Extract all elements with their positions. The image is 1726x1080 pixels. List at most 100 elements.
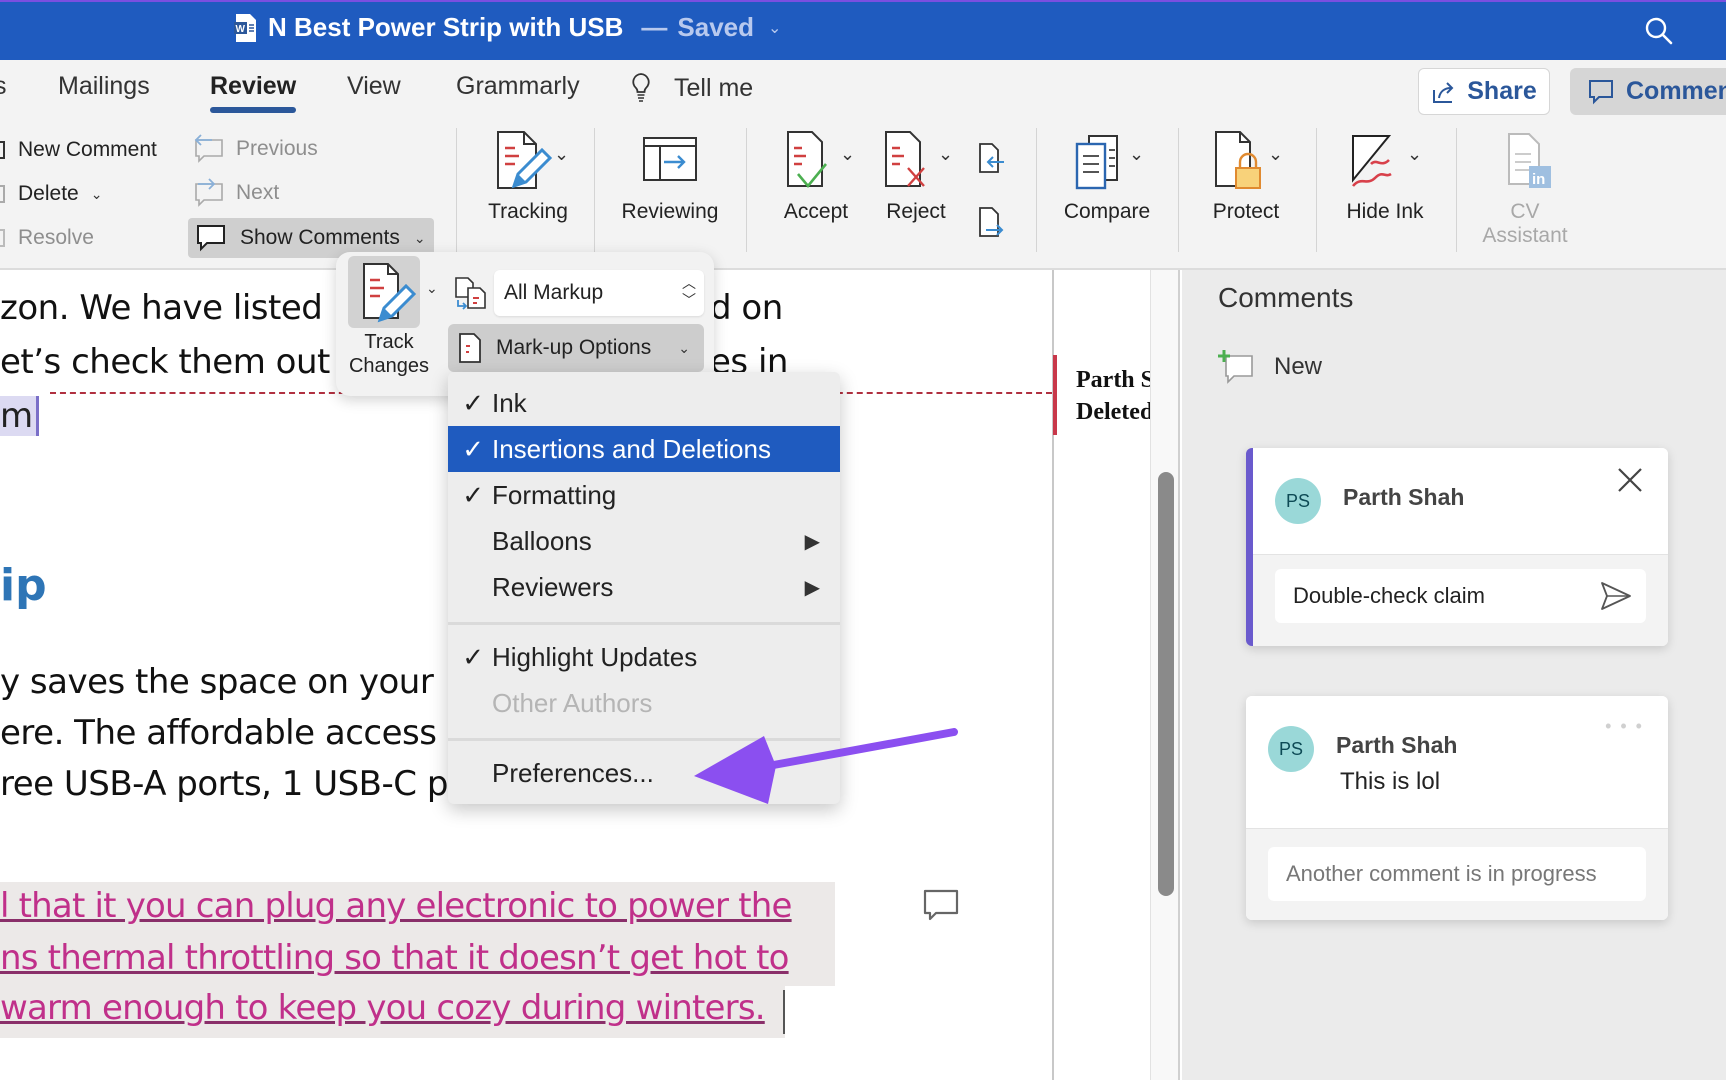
compare-label: Compare [1063, 200, 1151, 223]
menu-separator [448, 622, 840, 625]
chevron-down-icon[interactable]: ⌄ [414, 230, 426, 247]
deletion-balloon-marker [1053, 355, 1057, 435]
chevron-down-icon[interactable]: ⌄ [91, 186, 103, 203]
markup-document-icon [459, 333, 481, 363]
tab-view[interactable]: View [347, 72, 401, 101]
next-change-icon[interactable] [976, 206, 1006, 245]
menu-item-label: Reviewers [492, 571, 614, 602]
deletion-balloon[interactable]: Parth S Deleted [1076, 364, 1150, 428]
comment-thread[interactable]: PS Parth Shah This is lol • • • Another … [1246, 696, 1668, 920]
delete-label: Delete [18, 182, 79, 205]
comments-button[interactable]: Commen [1570, 68, 1726, 115]
reply-input[interactable]: Another comment is in progress [1268, 847, 1646, 901]
lock-document-icon: ⌄ [1215, 131, 1283, 189]
track-changes-toggle[interactable] [348, 256, 420, 328]
chevron-down-icon[interactable]: ⌄ [768, 18, 781, 38]
reject-label: Reject [886, 200, 946, 223]
menu-item-reviewers[interactable]: Reviewers ▶ [448, 564, 840, 610]
delete-comment-button[interactable]: Delete ⌄ [0, 182, 102, 206]
new-comment-pane-button[interactable]: New [1218, 350, 1322, 384]
reject-change-icon: ⌄ [885, 131, 953, 187]
previous-change-icon[interactable] [976, 142, 1006, 181]
menu-item-ink[interactable]: ✓ Ink [448, 380, 840, 426]
markup-options-button[interactable]: Mark-up Options ⌄ [448, 324, 704, 372]
markup-select-value: All Markup [504, 281, 604, 304]
up-down-chevron-icon: ︿ ﹀ [682, 275, 696, 308]
title-bar: W N Best Power Strip with USB — Saved ⌄ [0, 0, 1726, 60]
tab-grammarly[interactable]: Grammarly [456, 72, 580, 101]
reviewing-button[interactable]: Reviewing [612, 130, 728, 224]
comment-thread-active[interactable]: PS Parth Shah Double-check claim [1246, 448, 1668, 646]
previous-label: Previous [236, 137, 318, 160]
checkmark-icon: ✓ [462, 387, 484, 418]
comment-draft-input[interactable]: Double-check claim [1275, 569, 1646, 623]
reply-placeholder: Another comment is in progress [1286, 861, 1597, 886]
selected-text[interactable]: m [0, 396, 40, 436]
compare-button[interactable]: ⌄ Compare [1052, 130, 1162, 224]
tab-review[interactable]: Review [210, 72, 297, 113]
svg-text:⌄: ⌄ [1268, 144, 1283, 164]
share-button[interactable]: Share [1418, 68, 1550, 115]
previous-comment-button[interactable]: Previous [192, 134, 318, 164]
word-doc-icon: W [234, 13, 258, 43]
protect-button[interactable]: ⌄ Protect [1196, 130, 1296, 224]
cv-label-line2: Assistant [1482, 224, 1568, 247]
chevron-down-icon[interactable]: ⌄ [426, 280, 438, 297]
accept-button[interactable]: ⌄ Accept [768, 130, 864, 224]
comment-author: Parth Shah [1336, 732, 1458, 758]
tab-tell-me[interactable]: Tell me [630, 72, 753, 104]
save-status: Saved [677, 12, 754, 42]
share-icon [1433, 81, 1454, 103]
menu-item-insertions-deletions[interactable]: ✓ Insertions and Deletions [448, 426, 840, 472]
scrollbar-thumb[interactable] [1158, 472, 1174, 896]
doc-line: zon. We have listed [0, 288, 323, 328]
inserted-text-line: warm enough to keep you cozy during wint… [0, 988, 766, 1028]
reviewing-label: Reviewing [621, 200, 719, 223]
search-icon[interactable] [1644, 16, 1674, 46]
more-options-icon[interactable]: • • • [1605, 716, 1644, 737]
cv-assistant-button[interactable]: in CV Assistant [1470, 130, 1580, 248]
menu-item-highlight-updates[interactable]: ✓ Highlight Updates [448, 634, 840, 680]
doc-line: ree USB-A ports, 1 USB-C p [0, 764, 448, 804]
comment-bubble-icon [1589, 79, 1613, 104]
resolve-comment-icon [0, 229, 5, 247]
menu-item-label: Other Authors [492, 687, 653, 718]
text-cursor [783, 990, 785, 1034]
accept-change-icon: ⌄ [787, 131, 855, 189]
document-title: N Best Power Strip with USB [268, 12, 624, 42]
display-for-review-icon [454, 276, 488, 315]
avatar: PS [1275, 478, 1321, 524]
send-icon[interactable] [1600, 581, 1632, 617]
balloon-action: Deleted [1076, 399, 1150, 425]
compare-docs-icon: ⌄ [1075, 135, 1144, 190]
hide-ink-label: Hide Ink [1346, 200, 1424, 223]
track-changes-icon: ⌄ [497, 131, 568, 189]
tab-mailings[interactable]: Mailings [58, 72, 150, 101]
comment-draft-text: Double-check claim [1293, 583, 1485, 608]
checkmark-icon: ✓ [462, 433, 484, 464]
svg-text:⌄: ⌄ [554, 144, 568, 164]
new-comment-button[interactable]: New Comment [0, 138, 157, 162]
hide-ink-icon: ⌄ [1351, 135, 1422, 187]
menu-item-label: Balloons [492, 525, 592, 556]
cv-assistant-label: CV Assistant [1482, 200, 1567, 248]
reject-button[interactable]: ⌄ Reject [868, 130, 964, 224]
menu-item-balloons[interactable]: Balloons ▶ [448, 518, 840, 564]
tab-references-partial[interactable]: s [0, 72, 7, 101]
comments-label: Commen [1626, 77, 1726, 105]
resolve-comment-button[interactable]: Resolve [0, 226, 94, 250]
delete-comment-icon [0, 185, 5, 203]
close-icon[interactable] [1616, 466, 1644, 494]
comment-marker-icon[interactable] [922, 888, 960, 922]
tracking-button[interactable]: ⌄ Tracking [478, 130, 578, 224]
svg-text:⌄: ⌄ [938, 144, 953, 164]
next-comment-button[interactable]: Next [192, 178, 279, 208]
comment-header: PS Parth Shah [1253, 448, 1668, 554]
ribbon-divider [746, 128, 747, 252]
menu-item-formatting[interactable]: ✓ Formatting [448, 472, 840, 518]
markup-view-select[interactable]: All Markup ︿ ﹀ [494, 270, 704, 316]
comments-pane: Comments New PS Parth Shah Double-check … [1182, 270, 1726, 1080]
ribbon-divider [1456, 128, 1457, 252]
hide-ink-button[interactable]: ⌄ Hide Ink [1332, 130, 1438, 224]
document-title-group[interactable]: W N Best Power Strip with USB — Saved ⌄ [234, 12, 781, 43]
